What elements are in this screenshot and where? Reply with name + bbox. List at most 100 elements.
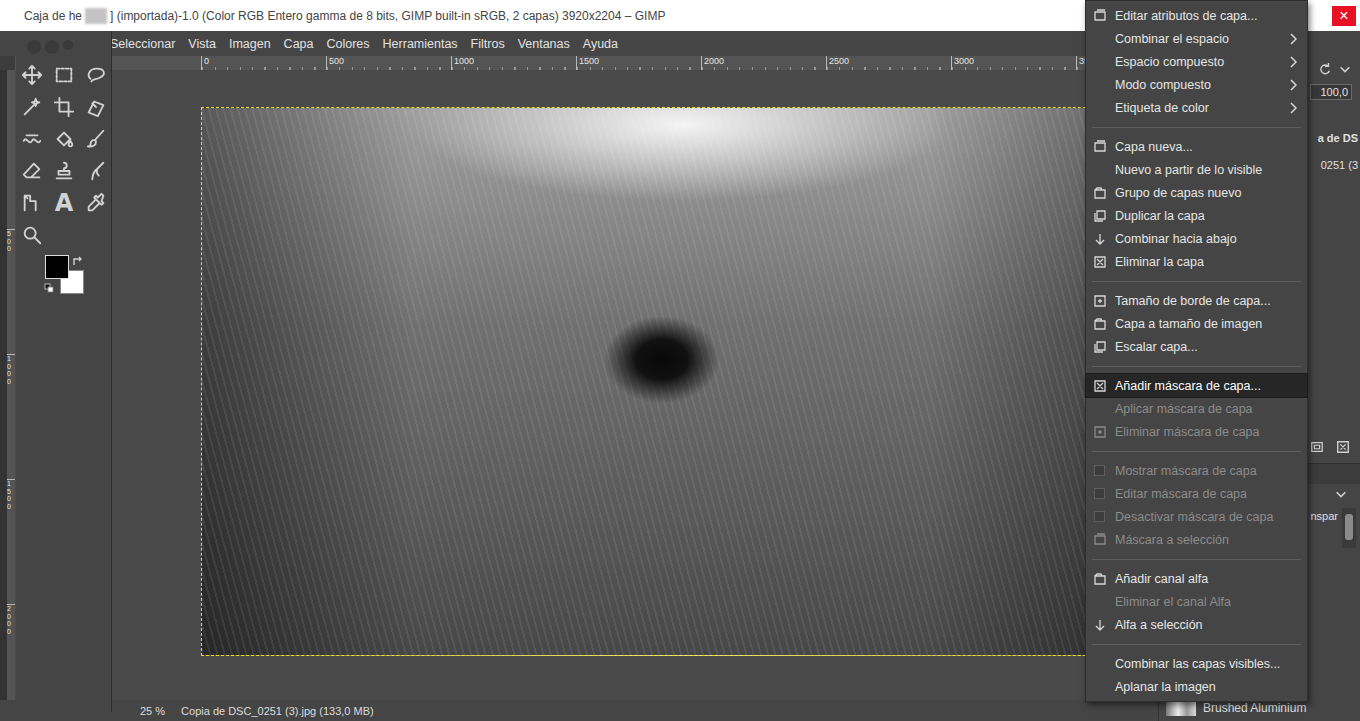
menu-item[interactable]: Espacio compuesto	[1086, 50, 1307, 73]
menu-item[interactable]: Combinar las capas visibles...	[1086, 652, 1307, 675]
menu-item[interactable]: Añadir máscara de capa...	[1086, 374, 1307, 397]
menu-item[interactable]: Tamaño de borde de capa...	[1086, 289, 1307, 312]
menu-item[interactable]: Combinar hacia abajo	[1086, 227, 1307, 250]
menu-bar-item[interactable]: Ventanas	[518, 37, 570, 51]
menu-bar-item[interactable]: Imagen	[229, 37, 271, 51]
zoom-dropdown[interactable]: 25 %	[140, 705, 165, 717]
ruler-corner[interactable]	[0, 56, 15, 70]
menu-bar-item[interactable]: Seleccionar	[110, 37, 175, 51]
transform-tool-icon	[85, 96, 107, 118]
layer-name: a de DS	[1318, 132, 1358, 144]
tool-button[interactable]	[80, 155, 112, 187]
checkbox[interactable]	[1094, 511, 1105, 522]
tool-button[interactable]	[16, 91, 48, 123]
menu-item[interactable]: Grupo de capas nuevo	[1086, 181, 1307, 204]
scroll-thumb[interactable]	[1345, 514, 1353, 540]
tool-button[interactable]	[48, 59, 80, 91]
tool-button[interactable]	[80, 123, 112, 155]
menu-item[interactable]: Alfa a selección	[1086, 613, 1307, 636]
eraser-tool-icon	[21, 160, 43, 182]
checkbox[interactable]	[1094, 488, 1105, 499]
brush-tool-icon	[85, 128, 107, 150]
menu-item[interactable]: Eliminar la capa	[1086, 250, 1307, 273]
tool-button[interactable]	[80, 91, 112, 123]
submenu-arrow-icon	[1289, 79, 1297, 91]
scrollbar[interactable]	[1342, 508, 1356, 548]
menu-item[interactable]: Modo compuesto	[1086, 73, 1307, 96]
wilber-icon	[16, 33, 86, 57]
foreground-color[interactable]	[45, 255, 69, 279]
toolbox-window: A	[16, 31, 112, 712]
ruler-label: 1000	[7, 354, 15, 479]
menu-item[interactable]: Capa nueva...	[1086, 135, 1307, 158]
wilber-logo	[16, 31, 111, 59]
chevron-down-icon[interactable]	[1338, 62, 1352, 76]
menu-item[interactable]: Eliminar el canal Alfa	[1086, 590, 1307, 613]
menu-bar-item[interactable]: Filtros	[471, 37, 505, 51]
menu-item[interactable]: Etiqueta de color	[1086, 96, 1307, 119]
layer-icon	[1093, 9, 1107, 23]
horizontal-ruler[interactable]: 05001000150020002500300035	[15, 56, 1158, 70]
chevron-down-icon[interactable]	[1334, 487, 1348, 501]
swap-colors-icon[interactable]	[72, 256, 84, 268]
menu-item[interactable]: Aplicar máscara de capa	[1086, 397, 1307, 420]
ruler-label: 3000	[951, 56, 1076, 70]
tool-button[interactable]	[16, 219, 48, 251]
tool-button[interactable]	[16, 59, 48, 91]
layer-context-menu: Editar atributos de capa...Combinar el e…	[1085, 0, 1308, 702]
mask-icon[interactable]	[1310, 440, 1324, 454]
list-item[interactable]: nspar	[1310, 508, 1338, 524]
reset-icon[interactable]	[1318, 62, 1332, 76]
menu-item[interactable]: Añadir canal alfa	[1086, 567, 1307, 590]
tool-button[interactable]	[80, 59, 112, 91]
menu-item[interactable]: Máscara a selección	[1086, 528, 1307, 551]
menu-item[interactable]: Aplanar la imagen	[1086, 675, 1307, 698]
delete-icon[interactable]	[1336, 440, 1350, 454]
ruler-label: 500	[326, 56, 451, 70]
tool-button[interactable]	[80, 187, 112, 219]
ruler-label: 2000	[701, 56, 826, 70]
layer-icon	[1093, 379, 1107, 393]
clone-tool-icon	[53, 160, 75, 182]
menu-bar-item[interactable]: Herramientas	[383, 37, 458, 51]
tool-button[interactable]	[48, 155, 80, 187]
tool-button[interactable]	[48, 91, 80, 123]
menu-bar-item[interactable]: Colores	[327, 37, 370, 51]
checkbox[interactable]	[1094, 465, 1105, 476]
menu-separator	[1092, 358, 1301, 374]
menu-item[interactable]: Nuevo a partir de lo visible	[1086, 158, 1307, 181]
menu-item[interactable]: Combinar el espacio	[1086, 27, 1307, 50]
menu-bar-item[interactable]: Capa	[284, 37, 314, 51]
canvas-row: 500100015002000	[0, 70, 1158, 700]
crop-tool-icon	[53, 96, 75, 118]
image-canvas[interactable]	[15, 70, 1158, 700]
color-swatches	[16, 255, 111, 299]
vertical-ruler[interactable]: 500100015002000	[0, 70, 15, 700]
window-title: Caja de he	[24, 9, 82, 23]
menu-bar-item[interactable]: Ayuda	[583, 37, 618, 51]
paths-tool-icon	[21, 192, 43, 214]
close-button[interactable]: ×	[1332, 6, 1356, 26]
menu-item[interactable]: Desactivar máscara de capa	[1086, 505, 1307, 528]
tool-button[interactable]: A	[48, 187, 80, 219]
layer-icon	[1093, 209, 1107, 223]
menu-item[interactable]: Duplicar la capa	[1086, 204, 1307, 227]
menu-item[interactable]: Escalar capa...	[1086, 335, 1307, 358]
menu-item[interactable]: Capa a tamaño de imagen	[1086, 312, 1307, 335]
bridge-photo[interactable]	[201, 107, 1158, 656]
tool-button[interactable]	[16, 123, 48, 155]
menu-item[interactable]: Mostrar máscara de capa	[1086, 459, 1307, 482]
default-colors-icon[interactable]	[44, 283, 54, 293]
fuzzy-select-tool-icon	[21, 96, 43, 118]
menu-item[interactable]: Editar máscara de capa	[1086, 482, 1307, 505]
layer-icon	[1093, 232, 1107, 246]
tool-button[interactable]	[48, 123, 80, 155]
layer-icon	[1093, 618, 1107, 632]
menu-item[interactable]: Editar atributos de capa...	[1086, 4, 1307, 27]
opacity-field[interactable]: 100,0	[1310, 84, 1352, 100]
tool-button[interactable]	[16, 155, 48, 187]
menu-item[interactable]: Eliminar máscara de capa	[1086, 420, 1307, 443]
move-tool-icon	[21, 64, 43, 86]
menu-bar-item[interactable]: Vista	[188, 37, 216, 51]
tool-button[interactable]	[16, 187, 48, 219]
